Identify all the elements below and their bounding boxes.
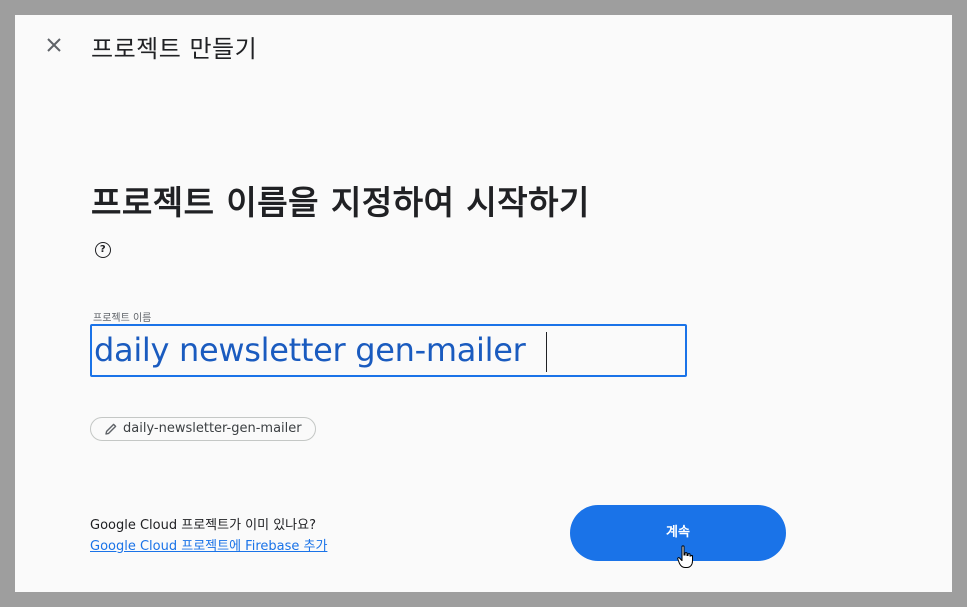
project-id-chip[interactable]: daily-newsletter-gen-mailer xyxy=(90,417,316,441)
create-project-dialog: 프로젝트 만들기 프로젝트 이름을 지정하여 시작하기? 프로젝트 이름 dai… xyxy=(15,15,952,592)
add-firebase-link[interactable]: Google Cloud 프로젝트에 Firebase 추가 xyxy=(90,535,327,554)
close-icon[interactable] xyxy=(43,34,65,56)
text-cursor xyxy=(546,332,547,372)
heading-text: 프로젝트 이름을 지정하여 시작하기 xyxy=(91,183,590,222)
project-name-label: 프로젝트 이름 xyxy=(93,313,152,324)
project-name-input[interactable]: daily newsletter gen-mailer xyxy=(90,324,687,377)
help-icon[interactable]: ? xyxy=(95,242,111,258)
dialog-title: 프로젝트 만들기 xyxy=(91,35,258,63)
page-heading: 프로젝트 이름을 지정하여 시작하기? xyxy=(91,178,601,278)
pencil-icon xyxy=(105,423,117,435)
hand-pointer-icon xyxy=(677,545,693,568)
existing-project-question: Google Cloud 프로젝트가 이미 있나요? xyxy=(90,518,317,533)
project-name-value: daily newsletter gen-mailer xyxy=(94,331,526,369)
project-id-text: daily-newsletter-gen-mailer xyxy=(123,421,302,436)
